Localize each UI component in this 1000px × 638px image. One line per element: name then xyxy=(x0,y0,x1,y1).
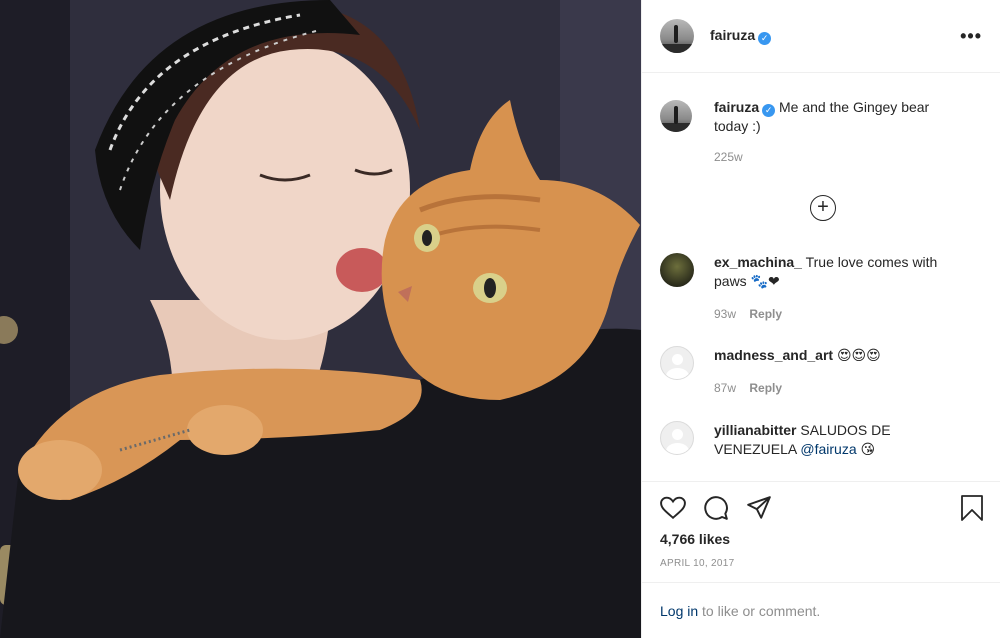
caption-age[interactable]: 225w xyxy=(714,150,743,164)
comment-username[interactable]: madness_and_art xyxy=(714,347,833,363)
comment-item: yillianabitter SALUDOS DE VENEZUELA @fai… xyxy=(660,421,990,459)
likes-count[interactable]: 4,766 likes xyxy=(660,531,730,547)
post-photo[interactable] xyxy=(0,0,641,638)
bookmark-icon[interactable] xyxy=(960,495,984,521)
add-comment-icon[interactable]: + xyxy=(810,195,836,221)
comment-item: madness_and_art 😍😍😍 87w Reply xyxy=(660,346,990,398)
share-icon[interactable] xyxy=(746,495,772,521)
comment-icon[interactable] xyxy=(703,495,729,521)
commenter-avatar[interactable] xyxy=(660,253,694,287)
photo-illustration xyxy=(0,0,641,638)
reply-button[interactable]: Reply xyxy=(749,307,782,321)
login-link[interactable]: Log in xyxy=(660,603,698,619)
author-username-text[interactable]: fairuza xyxy=(710,27,755,43)
verified-badge-icon: ✓ xyxy=(762,104,776,117)
more-options-icon[interactable]: ••• xyxy=(960,26,982,47)
reply-button[interactable]: Reply xyxy=(749,381,782,395)
heart-icon[interactable] xyxy=(660,495,686,521)
author-avatar[interactable] xyxy=(660,19,694,53)
post-date[interactable]: APRIL 10, 2017 xyxy=(660,558,734,569)
commenter-avatar[interactable] xyxy=(660,421,694,455)
post-actions: 4,766 likes APRIL 10, 2017 xyxy=(642,481,1000,581)
comment-age[interactable]: 93w xyxy=(714,307,736,321)
caption-username[interactable]: fairuza xyxy=(714,99,759,115)
comments-section[interactable]: fairuza ✓ Me and the Gingey bear today :)… xyxy=(642,74,1000,480)
login-prompt-text: to like or comment. xyxy=(698,603,821,619)
caption: fairuza ✓ Me and the Gingey bear today :)… xyxy=(660,98,990,167)
post-side-panel: fairuza ✓ ••• fairuza ✓ Me and the Gingey … xyxy=(641,0,1000,638)
commenter-avatar[interactable] xyxy=(660,346,694,380)
comment-mention[interactable]: @fairuza xyxy=(800,441,856,457)
comment-age[interactable]: 87w xyxy=(714,381,736,395)
comment-username[interactable]: ex_machina_ xyxy=(714,254,802,270)
post-header: fairuza ✓ ••• xyxy=(642,0,1000,73)
comment-emoji: 😘 xyxy=(860,441,876,457)
comment-text: 😍😍😍 xyxy=(836,347,881,363)
comment-username[interactable]: yillianabitter xyxy=(714,422,796,438)
verified-badge-icon: ✓ xyxy=(758,32,772,45)
author-username[interactable]: fairuza ✓ xyxy=(710,27,772,45)
caption-author-avatar[interactable] xyxy=(660,100,692,132)
comment-item: ex_machina_ True love comes with paws 🐾❤… xyxy=(660,253,990,324)
login-prompt: Log in to like or comment. xyxy=(642,582,1000,638)
